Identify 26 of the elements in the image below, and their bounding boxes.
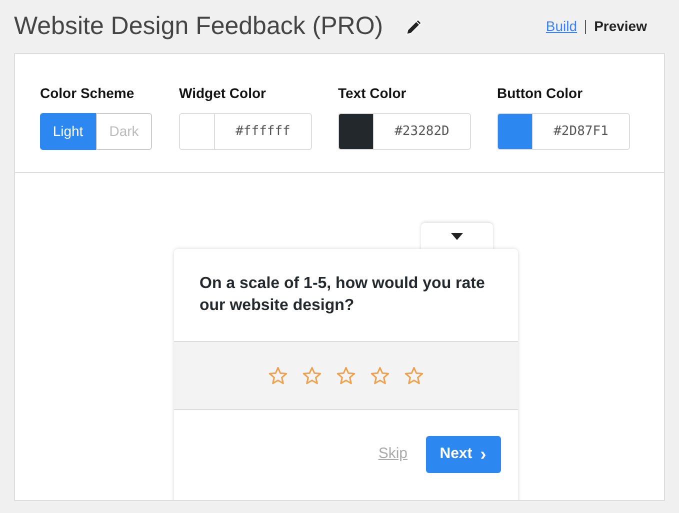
pencil-icon[interactable] bbox=[405, 18, 424, 36]
question-text: On a scale of 1-5, how would you rate our website design? bbox=[200, 274, 486, 316]
setting-label: Button Color bbox=[497, 84, 584, 103]
star-icon[interactable] bbox=[404, 366, 424, 386]
caret-icon bbox=[450, 233, 462, 240]
color-input[interactable]: #ffffff bbox=[215, 113, 312, 150]
color-input[interactable]: #2D87F1 bbox=[533, 113, 630, 150]
next-button[interactable]: Next › bbox=[426, 436, 500, 473]
view-link[interactable]: Preview bbox=[594, 16, 647, 37]
page-title: Website Design Feedback (PRO) bbox=[14, 10, 384, 42]
setting-label: Text Color bbox=[338, 84, 408, 103]
setting-label: Color Scheme bbox=[40, 84, 136, 103]
scheme-option[interactable]: Dark bbox=[96, 113, 152, 150]
setting-label: Widget Color bbox=[179, 84, 267, 103]
color-swatch[interactable] bbox=[338, 113, 374, 150]
scheme-option[interactable]: Light bbox=[40, 113, 96, 150]
star-icon[interactable] bbox=[370, 366, 390, 386]
star-icon[interactable] bbox=[302, 366, 322, 386]
color-swatch[interactable] bbox=[497, 113, 533, 150]
star-rating[interactable] bbox=[268, 366, 424, 386]
view-link[interactable]: Build bbox=[546, 16, 578, 37]
star-icon[interactable] bbox=[268, 366, 288, 386]
skip-link[interactable]: Skip bbox=[378, 443, 408, 466]
color-swatch[interactable] bbox=[179, 113, 215, 150]
color-input[interactable]: #23282D bbox=[374, 113, 471, 150]
star-icon[interactable] bbox=[336, 366, 356, 386]
